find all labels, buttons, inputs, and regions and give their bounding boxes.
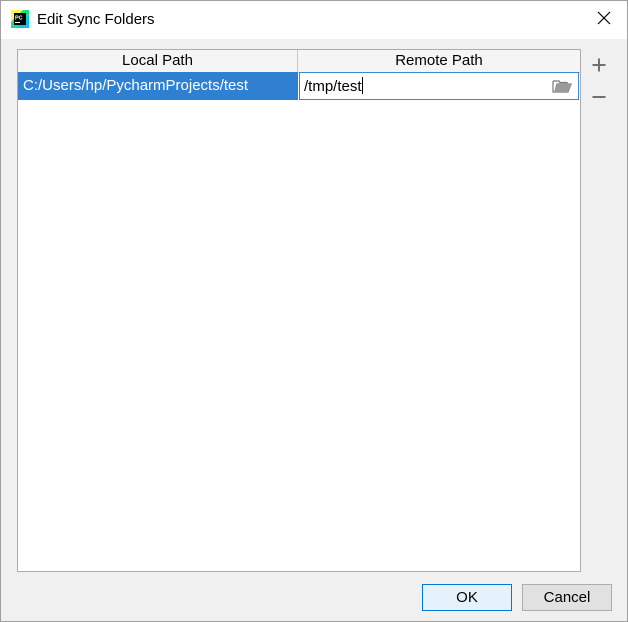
remote-path-input[interactable]: /tmp/test xyxy=(304,77,363,96)
cancel-button[interactable]: Cancel xyxy=(522,584,612,611)
edit-sync-folders-dialog: PC Edit Sync Folders Local Path Remote P… xyxy=(0,0,628,622)
browse-remote-button[interactable] xyxy=(552,78,572,94)
local-path-cell[interactable]: C:/Users/hp/PycharmProjects/test xyxy=(18,72,298,100)
table-side-toolbar xyxy=(585,49,613,572)
title-bar[interactable]: PC Edit Sync Folders xyxy=(1,1,627,39)
minus-icon xyxy=(592,90,606,109)
text-caret xyxy=(361,77,363,94)
sync-folders-table[interactable]: Local Path Remote Path C:/Users/hp/Pycha… xyxy=(17,49,581,572)
close-icon xyxy=(597,11,611,30)
remote-path-editor[interactable]: /tmp/test xyxy=(299,72,579,100)
pycharm-icon: PC xyxy=(11,10,29,28)
table-row[interactable]: C:/Users/hp/PycharmProjects/test /tmp/te… xyxy=(18,72,580,100)
close-button[interactable] xyxy=(581,1,627,39)
column-header-local-path[interactable]: Local Path xyxy=(18,50,298,72)
ok-button[interactable]: OK xyxy=(422,584,512,611)
pycharm-icon-text: PC xyxy=(15,16,23,22)
table-header: Local Path Remote Path xyxy=(18,50,580,73)
column-header-remote-path[interactable]: Remote Path xyxy=(298,50,580,72)
remote-path-value: /tmp/test xyxy=(304,78,362,95)
add-button[interactable] xyxy=(587,55,611,79)
dialog-title: Edit Sync Folders xyxy=(37,11,155,28)
folder-open-icon xyxy=(552,80,572,98)
remove-button[interactable] xyxy=(587,87,611,111)
plus-icon xyxy=(592,58,606,77)
